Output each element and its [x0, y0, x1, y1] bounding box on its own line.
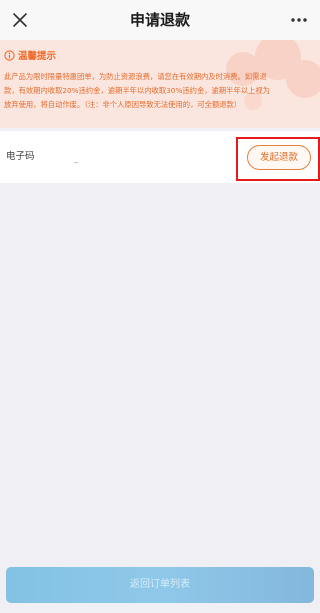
more-dots-icon	[291, 18, 307, 22]
notice-line: 此产品为限时限量特惠团单，为防止资源浪费，请您在有效期内及时消费。如需退	[4, 72, 267, 81]
page-title: 申请退款	[129, 11, 190, 29]
notice-title: 温馨提示	[18, 51, 57, 62]
more-button[interactable]	[286, 8, 312, 32]
navigation-bar: 申请退款	[0, 0, 320, 40]
info-icon	[4, 49, 15, 61]
back-to-orders-label: 返回订单列表	[130, 579, 190, 590]
voucher-code-label: 电子码	[6, 151, 35, 162]
notice-line: 款，有效期内收取20%违约金，逾期半年以内收取30%违约金，逾期半年以上视为	[4, 86, 270, 95]
notice-text: 此产品为限时限量特惠团单，为防止资源浪费，请您在有效期内及时消费。如需退 款，有…	[4, 70, 320, 112]
request-refund-button[interactable]: 发起退款	[247, 145, 311, 170]
notice-banner: 温馨提示 此产品为限时限量特惠团单，为防止资源浪费，请您在有效期内及时消费。如需…	[0, 40, 320, 128]
refund-page: 申请退款 温馨提示 此产品为限时限量特惠团单，为防止资源浪费，请您在有效期内及时…	[0, 0, 320, 613]
notice-header: 温馨提示	[4, 47, 56, 63]
notice-line: 放弃使用，将自动作废。（注：非个人原因导致无法使用的，可全额退款）	[4, 100, 242, 109]
voucher-code-value: _	[74, 154, 79, 164]
